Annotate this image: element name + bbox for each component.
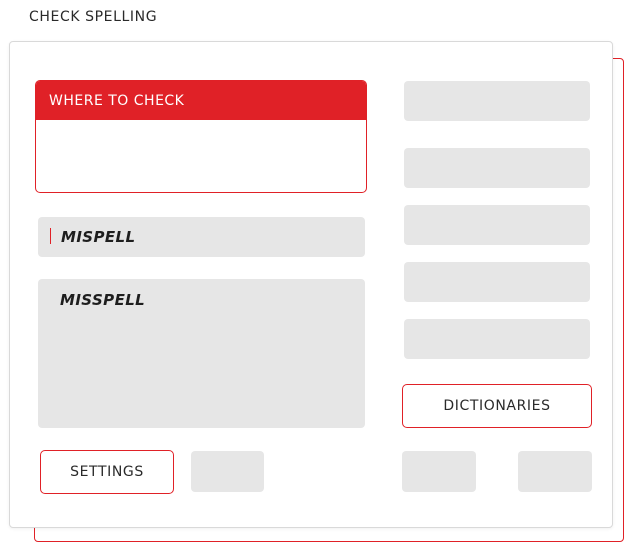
- ignore-once-button[interactable]: [404, 81, 590, 121]
- where-to-check-group[interactable]: WHERE TO CHECK: [35, 80, 367, 193]
- undo-button[interactable]: [191, 451, 264, 492]
- add-to-dictionary-button[interactable]: [404, 205, 590, 245]
- change-all-button[interactable]: [404, 319, 590, 359]
- suggestion-item[interactable]: MISSPELL: [60, 289, 365, 311]
- not-in-dictionary-field[interactable]: MISPELL: [38, 217, 365, 257]
- cancel-button[interactable]: [518, 451, 592, 492]
- ignore-all-button[interactable]: [404, 148, 590, 188]
- ok-button[interactable]: [402, 451, 476, 492]
- dictionaries-button[interactable]: DICTIONARIES: [402, 384, 592, 428]
- suggestions-list[interactable]: MISSPELL: [38, 279, 365, 428]
- dialog-title: CHECK SPELLING: [29, 9, 158, 25]
- text-caret: [50, 228, 51, 244]
- settings-button[interactable]: SETTINGS: [40, 450, 174, 494]
- where-to-check-header: WHERE TO CHECK: [36, 81, 366, 120]
- misspelled-word: MISPELL: [61, 228, 136, 246]
- change-button[interactable]: [404, 262, 590, 302]
